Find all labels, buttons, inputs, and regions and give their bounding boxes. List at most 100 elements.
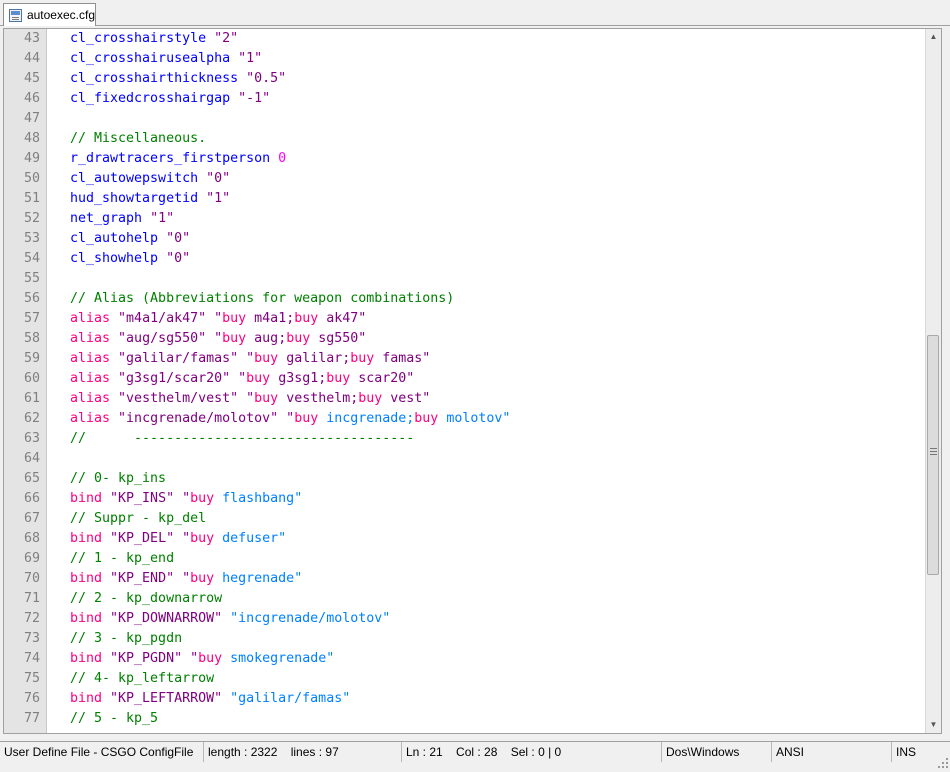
tab-label: autoexec.cfg [26,8,95,22]
code-line[interactable]: 50 cl_autowepswitch "0" [4,169,925,189]
code-token: cl_crosshairstyle [70,31,215,46]
code-token: hud_showtargetid [70,191,207,206]
code-token: cl_autowepswitch [70,171,207,186]
line-number: 61 [23,391,40,406]
code-line[interactable]: 56 // Alias (Abbreviations for weapon com… [4,289,925,309]
code-line[interactable]: 72 bind "KP_DOWNARROW" "incgrenade/moloto… [4,609,925,629]
line-number: 58 [23,331,40,346]
code-lines[interactable]: 43 cl_crosshairstyle "2" 44 cl_crosshairuse… [4,29,925,733]
line-number: 64 [23,451,40,466]
code-token: buy [246,371,279,386]
code-token: "0" [166,251,191,266]
code-line[interactable]: 63 // ----------------------------------- [4,429,925,449]
code-token: alias [70,391,119,406]
code-line[interactable]: 67 // Suppr - kp_del [4,509,925,529]
code-line[interactable]: 55 [4,269,925,289]
code-line[interactable]: 53 cl_autohelp "0" [4,229,925,249]
line-text: cl_showhelp "0" [70,249,190,269]
vertical-scrollbar[interactable]: ▲ ▼ [925,29,941,733]
code-token: buy [254,391,287,406]
code-token: "incgrenade/molotov" [118,411,287,426]
line-text: // Suppr - kp_del [70,509,206,529]
scroll-up-arrow-icon[interactable]: ▲ [926,29,941,45]
code-token: vest" [390,391,431,406]
code-token: "galilar/famas" [118,351,247,366]
code-line[interactable]: 61 alias "vesthelm/vest" "buy vesthelm;bu… [4,389,925,409]
code-line[interactable]: 58 alias "aug/sg550" "buy aug;buy sg550" [4,329,925,349]
code-token: buy [350,351,383,366]
tab-autoexec-cfg[interactable]: autoexec.cfg [3,3,96,26]
code-token: // ----------------------------------- [70,431,415,446]
code-token: // 4- kp_leftarrow [70,671,215,686]
code-token: buy [198,651,231,666]
status-language[interactable]: User Define File - CSGO ConfigFile [0,742,204,762]
code-line[interactable]: 52 net_graph "1" [4,209,925,229]
code-line[interactable]: 43 cl_crosshairstyle "2" [4,29,925,49]
scroll-down-arrow-icon[interactable]: ▼ [926,717,941,733]
code-line[interactable]: 60 alias "g3sg1/scar20" "buy g3sg1;buy sc… [4,369,925,389]
code-line[interactable]: 76 bind "KP_LEFTARROW" "galilar/famas" [4,689,925,709]
code-line[interactable]: 68 bind "KP_DEL" "buy defuser" [4,529,925,549]
line-number: 57 [23,311,40,326]
code-token: // Suppr - kp_del [70,511,207,526]
resize-grip-icon[interactable] [938,758,948,768]
code-line[interactable]: 54 cl_showhelp "0" [4,249,925,269]
code-line[interactable]: 64 [4,449,925,469]
line-number: 67 [23,511,40,526]
code-line[interactable]: 73 // 3 - kp_pgdn [4,629,925,649]
code-token: "1" [206,191,231,206]
code-token: "2" [214,31,239,46]
code-token: // 3 - kp_pgdn [70,631,183,646]
line-text: bind "KP_LEFTARROW" "galilar/famas" [70,689,350,709]
code-line[interactable]: 59 alias "galilar/famas" "buy galilar;buy… [4,349,925,369]
code-token: " [182,571,191,586]
code-line[interactable]: 47 [4,109,925,129]
line-text: alias "galilar/famas" "buy galilar;buy f… [70,349,430,369]
code-token: "KP_END" [110,571,183,586]
status-bar: User Define File - CSGO ConfigFile lengt… [0,741,950,772]
code-token: cl_showhelp [70,251,167,266]
code-line[interactable]: 71 // 2 - kp_downarrow [4,589,925,609]
code-line[interactable]: 77 // 5 - kp_5 [4,709,925,729]
file-icon [9,8,22,22]
code-token: alias [70,411,119,426]
code-token: "KP_DEL" [110,531,183,546]
code-line[interactable]: 75 // 4- kp_leftarrow [4,669,925,689]
code-line[interactable]: 46 cl_fixedcrosshairgap "-1" [4,89,925,109]
code-token: "KP_INS" [110,491,183,506]
status-insert-mode[interactable]: INS [892,742,936,762]
code-token: buy [358,391,391,406]
code-line[interactable]: 57 alias "m4a1/ak47" "buy m4a1;buy ak47" [4,309,925,329]
status-encoding[interactable]: ANSI [772,742,892,762]
code-line[interactable]: 45 cl_crosshairthickness "0.5" [4,69,925,89]
code-line[interactable]: 66 bind "KP_INS" "buy flashbang" [4,489,925,509]
line-number: 45 [23,71,40,86]
code-token: cl_fixedcrosshairgap [70,91,239,106]
code-line[interactable]: 49 r_drawtracers_firstperson 0 [4,149,925,169]
code-line[interactable]: 48 // Miscellaneous. [4,129,925,149]
code-line[interactable]: 70 bind "KP_END" "buy hegrenade" [4,569,925,589]
code-line[interactable]: 65 // 0- kp_ins [4,469,925,489]
line-number: 77 [23,711,40,726]
code-token: // 1 - kp_end [70,551,175,566]
code-line[interactable]: 69 // 1 - kp_end [4,549,925,569]
code-line[interactable]: 74 bind "KP_PGDN" "buy smokegrenade" [4,649,925,669]
code-token: galilar; [286,351,351,366]
code-line[interactable]: 51 hud_showtargetid "1" [4,189,925,209]
code-token: // 0- kp_ins [70,471,167,486]
line-text: cl_crosshairstyle "2" [70,29,238,49]
code-token: buy [254,351,287,366]
code-line[interactable]: 62 alias "incgrenade/molotov" "buy incgre… [4,409,925,429]
editor-pane[interactable]: 43 cl_crosshairstyle "2" 44 cl_crosshairuse… [3,28,942,734]
line-number: 66 [23,491,40,506]
code-token: "0.5" [246,71,287,86]
tab-bar: autoexec.cfg [0,0,950,26]
code-token: " [246,351,255,366]
code-token: bind [70,651,111,666]
line-number: 72 [23,611,40,626]
status-eol[interactable]: Dos\Windows [662,742,772,762]
code-line[interactable]: 44 cl_crosshairusealpha "1" [4,49,925,69]
scrollbar-thumb[interactable] [927,335,939,575]
code-token: bind [70,691,111,706]
code-token: "incgrenade/molotov" [230,611,391,626]
